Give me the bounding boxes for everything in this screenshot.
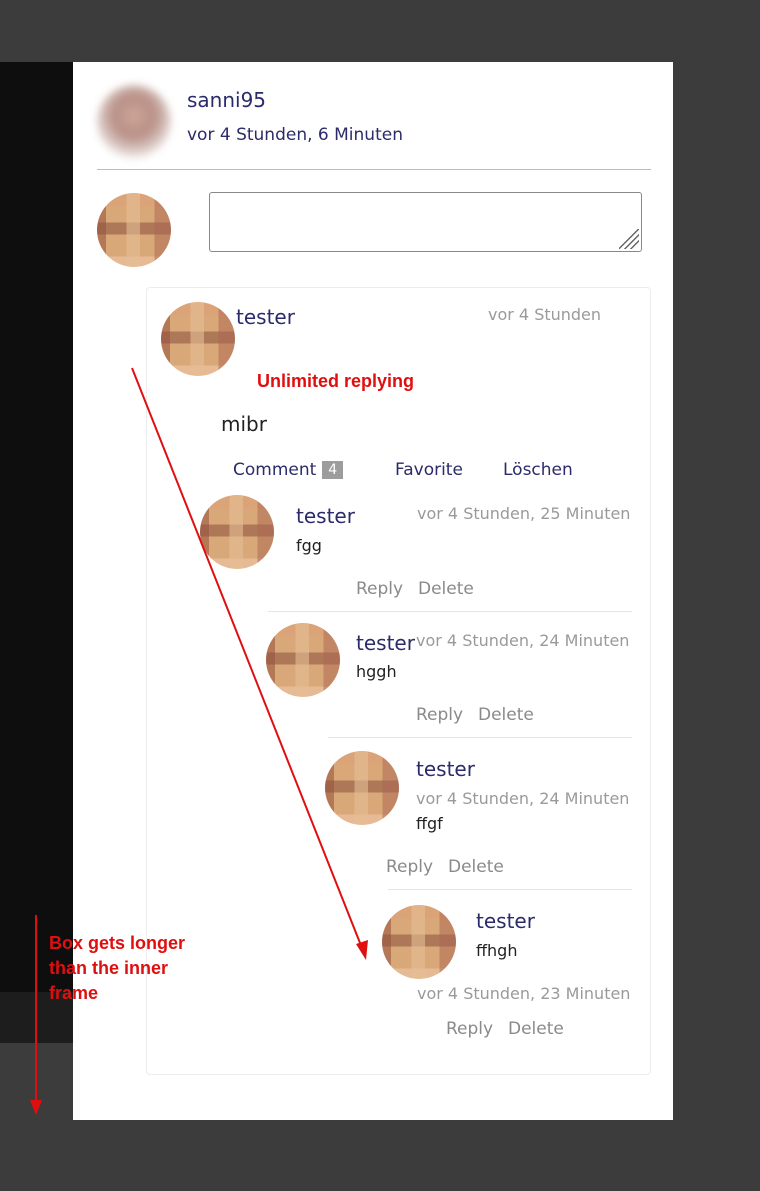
favorite-button[interactable]: Favorite	[395, 460, 463, 480]
post-author-avatar	[97, 85, 171, 159]
comment-text: mibr	[221, 412, 267, 436]
reply-delete-button[interactable]: Delete	[418, 579, 474, 599]
annotation-unlimited-replying: Unlimited replying	[257, 371, 415, 391]
reply-author-avatar	[200, 495, 274, 569]
reply-author-name[interactable]: tester	[296, 504, 355, 528]
reply-text: ffgf	[416, 814, 443, 833]
comment-input[interactable]	[209, 192, 642, 252]
current-user-avatar	[97, 193, 171, 267]
comment-count-badge: 4	[322, 461, 344, 479]
reply-author-avatar	[325, 751, 399, 825]
reply-delete-button[interactable]: Delete	[508, 1019, 564, 1039]
reply-author-name[interactable]: tester	[356, 631, 415, 655]
reply-timestamp: vor 4 Stunden, 25 Minuten	[417, 504, 631, 523]
resize-grip-icon[interactable]	[619, 229, 639, 249]
comment-author-name[interactable]: tester	[236, 305, 295, 329]
comment-button[interactable]: Comment 4	[233, 460, 344, 480]
reply-text: hggh	[356, 662, 397, 681]
header-divider	[97, 169, 651, 170]
reply-button[interactable]: Reply	[386, 857, 433, 877]
annotation-line: frame	[49, 983, 99, 1003]
reply-button[interactable]: Reply	[416, 705, 463, 725]
reply-divider	[328, 737, 632, 738]
annotation-line: than the inner	[49, 958, 169, 978]
reply-timestamp: vor 4 Stunden, 24 Minuten	[416, 631, 630, 650]
reply-text: ffhgh	[476, 941, 518, 960]
post-timestamp: vor 4 Stunden, 6 Minuten	[187, 125, 403, 145]
reply-author-avatar	[266, 623, 340, 697]
reply-author-name[interactable]: tester	[476, 909, 535, 933]
reply-divider	[388, 889, 632, 890]
reply-button[interactable]: Reply	[446, 1019, 493, 1039]
post-author-name[interactable]: sanni95	[187, 88, 266, 112]
reply-delete-button[interactable]: Delete	[478, 705, 534, 725]
annotation-box-longer: Box gets longer than the inner frame	[49, 931, 185, 1006]
reply-timestamp: vor 4 Stunden, 24 Minuten	[416, 789, 630, 808]
comment-timestamp: vor 4 Stunden	[488, 305, 602, 324]
reply-divider	[268, 611, 632, 612]
reply-author-avatar	[382, 905, 456, 979]
comment-button-label: Comment	[233, 460, 317, 480]
reply-delete-button[interactable]: Delete	[448, 857, 504, 877]
annotation-line: Box gets longer	[49, 933, 186, 953]
reply-author-name[interactable]: tester	[416, 757, 475, 781]
left-dark-frame	[0, 62, 73, 992]
reply-timestamp: vor 4 Stunden, 23 Minuten	[417, 984, 631, 1003]
comment-author-avatar	[161, 302, 235, 376]
reply-text: fgg	[296, 536, 322, 555]
reply-button[interactable]: Reply	[356, 579, 403, 599]
delete-comment-button[interactable]: Löschen	[503, 460, 573, 480]
